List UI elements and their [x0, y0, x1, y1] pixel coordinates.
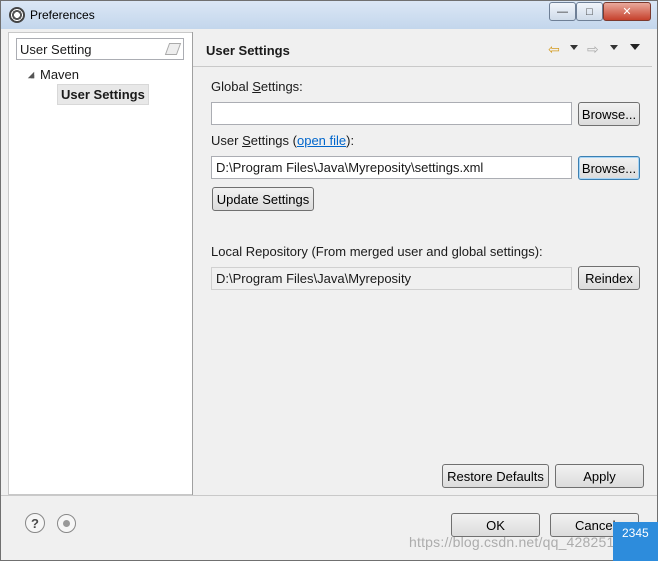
watermark-text: https://blog.csdn.net/qq_42825101 [409, 534, 631, 550]
update-settings-button[interactable]: Update Settings [212, 187, 314, 211]
preferences-window: Preferences — □ ✕ User Setting Maven Use… [0, 0, 658, 561]
settings-page: User Settings ⇦ ⇨ Global Settings: Brows… [193, 32, 652, 495]
close-button[interactable]: ✕ [603, 2, 651, 21]
user-settings-label: User Settings (open file): [211, 133, 355, 148]
tree-expand-icon[interactable] [27, 71, 35, 79]
user-browse-button[interactable]: Browse... [578, 156, 640, 180]
record-macro-icon[interactable] [57, 514, 76, 533]
back-dropdown-icon[interactable] [570, 45, 578, 50]
filter-input[interactable]: User Setting [16, 38, 184, 60]
help-icon[interactable]: ? [25, 513, 45, 533]
global-settings-field[interactable] [211, 102, 572, 125]
maximize-button[interactable]: □ [576, 2, 603, 21]
minimize-button[interactable]: — [549, 2, 576, 21]
title-divider [193, 66, 652, 67]
user-settings-field[interactable]: D:\Program Files\Java\Myreposity\setting… [211, 156, 572, 179]
window-title: Preferences [30, 8, 95, 22]
preferences-sidebar: User Setting Maven User Settings [8, 32, 193, 495]
title-bar[interactable]: Preferences — □ ✕ [1, 1, 657, 29]
global-browse-button[interactable]: Browse... [578, 102, 640, 126]
reindex-button[interactable]: Reindex [578, 266, 640, 290]
apply-button[interactable]: Apply [555, 464, 644, 488]
view-menu-icon[interactable] [630, 44, 640, 50]
corner-badge: 2345 [613, 522, 658, 561]
clear-filter-icon[interactable] [164, 43, 182, 55]
footer-divider [1, 495, 657, 496]
forward-arrow-icon[interactable]: ⇨ [587, 41, 599, 58]
forward-dropdown-icon[interactable] [610, 45, 618, 50]
eclipse-app-icon [9, 7, 25, 23]
page-title: User Settings [206, 43, 290, 58]
tree-item-user-settings[interactable]: User Settings [57, 84, 149, 105]
restore-defaults-button[interactable]: Restore Defaults [442, 464, 549, 488]
local-repository-field[interactable]: D:\Program Files\Java\Myreposity [211, 267, 572, 290]
filter-input-text[interactable]: User Setting [20, 42, 92, 57]
tree-item-maven[interactable]: Maven [40, 67, 79, 82]
open-file-link[interactable]: open file [297, 133, 346, 148]
global-settings-label: Global Settings: [211, 79, 303, 94]
local-repository-label: Local Repository (From merged user and g… [211, 244, 543, 259]
back-arrow-icon[interactable]: ⇦ [548, 41, 560, 58]
